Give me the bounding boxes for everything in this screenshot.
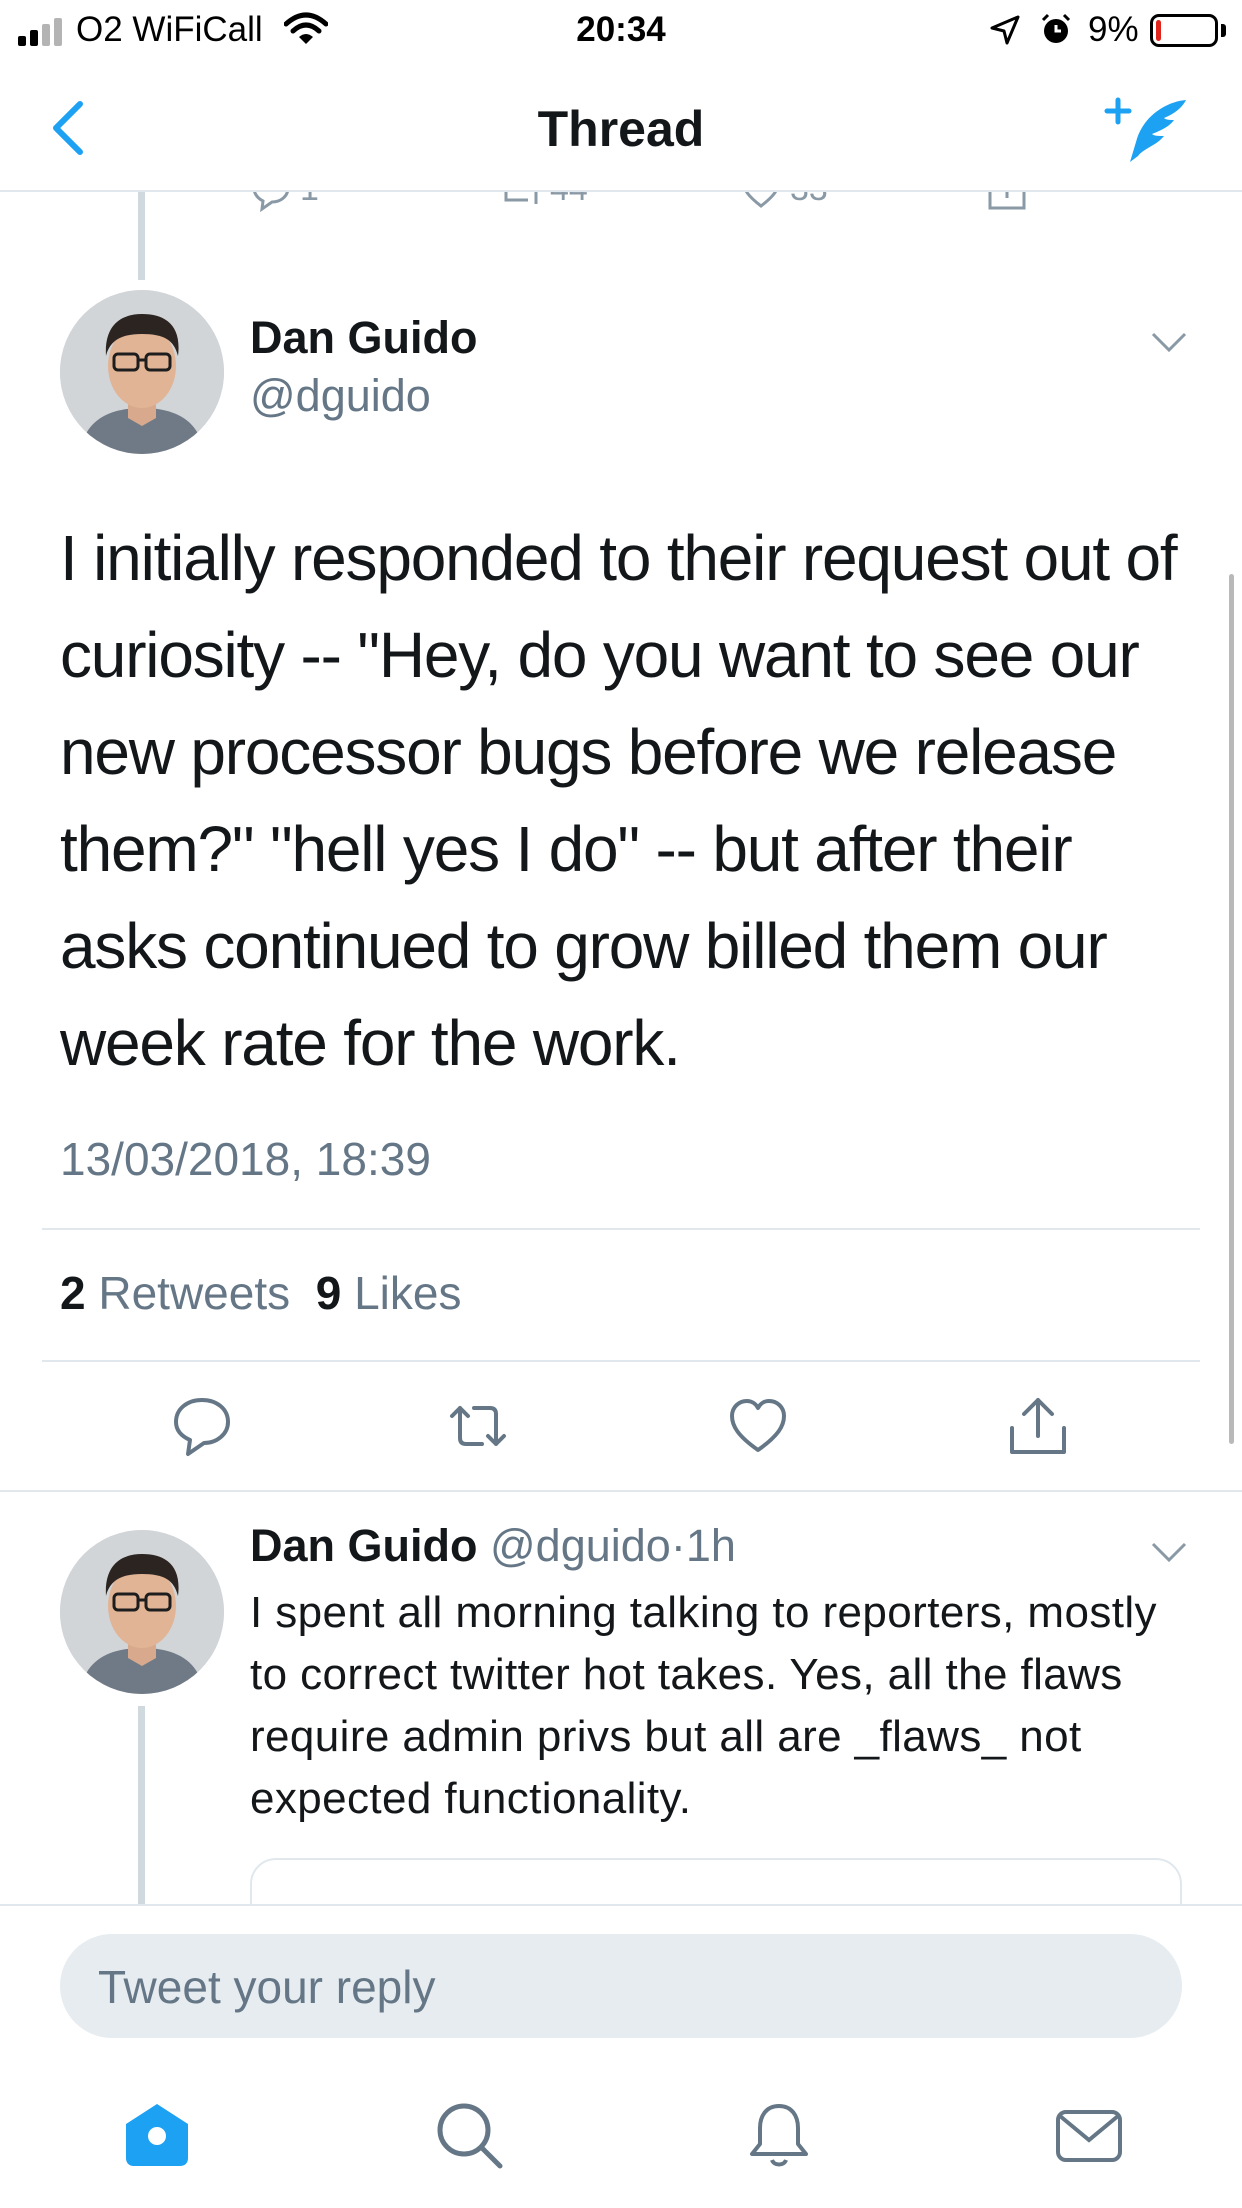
battery-level (1156, 20, 1161, 41)
tweet-text: I initially responded to their request o… (60, 522, 1178, 1079)
retweets-label: Retweets (98, 1267, 291, 1319)
chevron-down-icon[interactable] (1150, 1540, 1188, 1564)
thread-connector-line (138, 192, 145, 280)
messages-icon[interactable] (1054, 2100, 1124, 2170)
retweets-count: 2 (60, 1267, 86, 1319)
divider (42, 1360, 1200, 1362)
retweet-icon (504, 192, 538, 204)
previous-reply-count: 1 (300, 192, 319, 209)
location-icon (990, 15, 1020, 45)
compose-tweet-icon[interactable] (1104, 96, 1188, 166)
previous-retweet-action[interactable]: 44 (500, 192, 588, 220)
alarm-icon (1041, 13, 1071, 43)
divider (42, 1228, 1200, 1230)
chevron-down-icon[interactable] (1150, 330, 1188, 354)
reply-icon[interactable] (170, 1394, 234, 1458)
previous-tweet-actions: 1 44 33 (0, 192, 1242, 222)
reply-author-name[interactable]: Dan Guido (250, 1520, 477, 1571)
author-name[interactable]: Dan Guido (250, 312, 477, 364)
avatar-image (60, 1530, 224, 1694)
tweet-timestamp: 13/03/2018, 18:39 (60, 1133, 431, 1185)
author-handle[interactable]: @dguido (250, 370, 431, 422)
status-bar: O2 WiFiCall 20:34 9% (0, 0, 1242, 62)
reply-header: Dan Guido @dguido·1h (250, 1520, 736, 1572)
previous-reply-action[interactable]: 1 (250, 192, 319, 220)
reply-composer: Tweet your reply (0, 1904, 1242, 2208)
share-icon (988, 192, 1026, 210)
battery-percentage: 9% (1088, 10, 1139, 49)
previous-like-count: 33 (790, 192, 828, 209)
search-icon[interactable] (434, 2100, 504, 2170)
previous-share-action[interactable] (986, 192, 1036, 220)
avatar[interactable] (60, 290, 224, 454)
page-title: Thread (537, 101, 705, 157)
nav-bar: Thread (0, 62, 1242, 192)
reply-input[interactable]: Tweet your reply (60, 1934, 1182, 2038)
scrollbar[interactable] (1229, 574, 1234, 1444)
likes-label: Likes (354, 1267, 462, 1319)
battery-tip (1221, 24, 1226, 37)
notifications-icon[interactable] (744, 2100, 814, 2170)
reply-author-handle[interactable]: @dguido (490, 1520, 671, 1571)
reply-icon (253, 192, 289, 212)
separator-dot: · (670, 1520, 686, 1571)
likes-stat[interactable]: 9 Likes (316, 1267, 462, 1319)
thread-connector-line (138, 1706, 145, 1906)
reply-placeholder: Tweet your reply (98, 1961, 436, 2013)
share-icon[interactable] (1006, 1394, 1070, 1458)
previous-like-action[interactable]: 33 (740, 192, 828, 220)
reply-time: 1h (685, 1520, 736, 1571)
retweet-icon[interactable] (446, 1394, 510, 1458)
avatar[interactable] (60, 1530, 224, 1694)
avatar-image (60, 290, 224, 454)
divider (0, 1490, 1242, 1492)
retweets-stat[interactable]: 2 Retweets (60, 1267, 290, 1319)
reply-tweet-text: I spent all morning talking to reporters… (250, 1588, 1157, 1823)
previous-retweet-count: 44 (550, 192, 588, 209)
heart-icon (744, 192, 778, 208)
battery-icon (1150, 14, 1218, 47)
engagement-stats: 2 Retweets 9 Likes (60, 1266, 461, 1320)
home-icon[interactable] (122, 2100, 192, 2170)
likes-count: 9 (315, 1267, 342, 1319)
heart-icon[interactable] (726, 1394, 790, 1458)
